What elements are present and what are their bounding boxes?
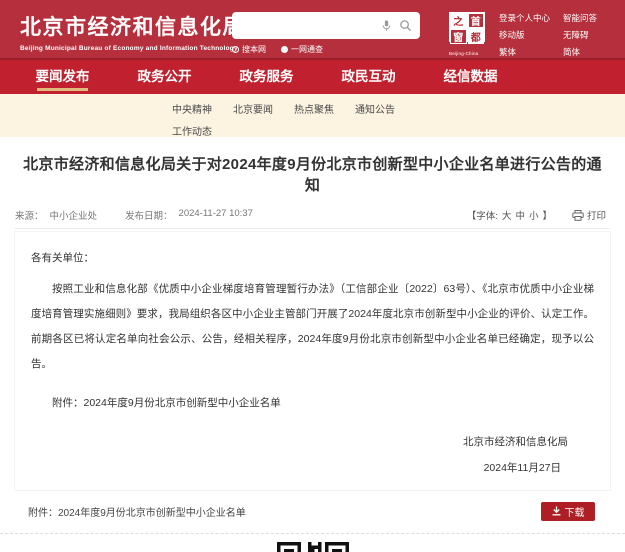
print-button[interactable]: 打印 (572, 208, 606, 222)
seal-caption: Beijing-China (449, 51, 478, 56)
nav-item-gov-disclosure[interactable]: 政务公开 (137, 60, 192, 94)
seal-char: 首 (468, 13, 485, 28)
article-meta-left: 来源： 中小企业处 发布日期： 2024-11-27 10:37 (15, 208, 253, 222)
link-smart-qa[interactable]: 智能问答 (563, 12, 597, 24)
subnav-item-notices[interactable]: 通知公告 (355, 101, 395, 116)
search-scope-group: 搜本网 一网通查 (232, 44, 420, 55)
source-value: 中小企业处 (50, 208, 98, 222)
capital-window-logo[interactable]: 之 首 窗 都 Beijing-China (449, 12, 486, 60)
subnav-item-beijing-news[interactable]: 北京要闻 (233, 101, 273, 116)
search-icon[interactable] (399, 19, 412, 32)
search-scope-network[interactable]: 一网通查 (281, 44, 323, 55)
sub-nav-row: 工作动态 (172, 123, 625, 138)
subnav-item-central-spirit[interactable]: 中央精神 (172, 101, 212, 116)
qr-code (277, 542, 349, 552)
article-meta: 来源： 中小企业处 发布日期： 2024-11-27 10:37 【字体: 大 … (15, 206, 610, 222)
download-icon (552, 506, 561, 516)
header-utilities: 之 首 窗 都 Beijing-China 登录个人中心 移动版 繁体 智能问答… (449, 12, 597, 60)
article: 北京市经济和信息化局关于对2024年度9月份北京市创新型中小企业名单进行公告的通… (0, 153, 625, 552)
nav-item-gov-interaction[interactable]: 政民互动 (341, 60, 396, 94)
site-subtitle: Beijing Municipal Bureau of Economy and … (20, 45, 245, 52)
subnav-item-work-updates[interactable]: 工作动态 (172, 123, 212, 138)
site-title: 北京市经济和信息化局 (20, 11, 245, 41)
attachment-label: 附件： (28, 504, 58, 519)
subnav-item-hot-focus[interactable]: 热点聚焦 (294, 101, 334, 116)
attachment-file-link[interactable]: 2024年度9月份北京市创新型中小企业名单 (58, 504, 246, 519)
font-size-control: 【字体: 大 中 小 】 (467, 208, 552, 222)
download-label: 下载 (565, 504, 585, 519)
seal-char: 都 (468, 29, 485, 44)
radio-icon (232, 46, 239, 53)
printer-icon (572, 210, 584, 221)
quick-links-col-2: 智能问答 无障碍 简体 (563, 12, 597, 60)
print-label: 打印 (587, 208, 606, 222)
microphone-icon[interactable] (380, 19, 393, 32)
seal-char: 之 (450, 13, 467, 28)
link-mobile-version[interactable]: 移动版 (499, 29, 550, 41)
font-size-medium-button[interactable]: 中 (515, 208, 525, 222)
meta-divider (15, 228, 610, 229)
source-label: 来源： (15, 208, 44, 222)
signature-date: 2024年11月27日 (31, 458, 561, 478)
attachment-bar: 附件： 2024年度9月份北京市创新型中小企业名单 下载 (14, 501, 611, 521)
search-scope-site[interactable]: 搜本网 (232, 44, 266, 55)
quick-links-col-1: 登录个人中心 移动版 繁体 (499, 12, 550, 60)
site-search: 搜本网 一网通查 (232, 12, 420, 55)
site-brand: 北京市经济和信息化局 Beijing Municipal Bureau of E… (20, 11, 245, 52)
qr-section (0, 533, 625, 552)
site-header: 北京市经济和信息化局 Beijing Municipal Bureau of E… (0, 0, 625, 60)
font-size-large-button[interactable]: 大 (502, 208, 512, 222)
nav-item-gov-services[interactable]: 政务服务 (239, 60, 294, 94)
download-button[interactable]: 下载 (541, 502, 595, 521)
article-meta-right: 【字体: 大 中 小 】 打印 (467, 208, 606, 222)
capital-window-seal-icon: 之 首 窗 都 (449, 12, 485, 42)
link-simplified-chinese[interactable]: 简体 (563, 46, 597, 58)
font-ctl-suffix: 】 (542, 208, 552, 222)
sub-nav: 中央精神 北京要闻 热点聚焦 通知公告 工作动态 (0, 94, 625, 137)
attachment-reference: 附件：2024年度9月份北京市创新型中小企业名单 (31, 391, 594, 416)
nav-item-economic-data[interactable]: 经信数据 (443, 60, 498, 94)
link-login-personal-center[interactable]: 登录个人中心 (499, 12, 550, 24)
page: 北京市经济和信息化局 Beijing Municipal Bureau of E… (0, 0, 625, 552)
publish-date-label: 发布日期： (125, 208, 173, 222)
signature-organization: 北京市经济和信息化局 (31, 432, 568, 452)
search-scope-label: 搜本网 (242, 44, 266, 55)
article-title: 北京市经济和信息化局关于对2024年度9月份北京市创新型中小企业名单进行公告的通… (22, 153, 603, 195)
search-box (232, 12, 420, 39)
article-body: 各有关单位： 按照工业和信息化部《优质中小企业梯度培育管理暂行办法》（工信部企业… (14, 231, 611, 491)
seal-char: 窗 (450, 29, 467, 44)
salutation: 各有关单位： (31, 246, 594, 271)
publish-date-value: 2024-11-27 10:37 (179, 208, 253, 222)
search-input[interactable] (232, 12, 382, 39)
body-paragraph: 按照工业和信息化部《优质中小企业梯度培育管理暂行办法》（工信部企业〔2022〕6… (31, 277, 594, 377)
radio-filled-icon (281, 46, 288, 53)
font-size-small-button[interactable]: 小 (529, 208, 539, 222)
search-scope-label: 一网通查 (291, 44, 323, 55)
link-traditional-chinese[interactable]: 繁体 (499, 46, 550, 58)
spacer (103, 208, 119, 222)
sub-nav-row: 中央精神 北京要闻 热点聚焦 通知公告 (172, 101, 625, 116)
nav-item-news-release[interactable]: 要闻发布 (35, 60, 90, 94)
font-ctl-prefix: 【字体: (467, 208, 498, 222)
main-nav: 要闻发布 政务公开 政务服务 政民互动 经信数据 (0, 60, 625, 94)
link-accessibility[interactable]: 无障碍 (563, 29, 597, 41)
